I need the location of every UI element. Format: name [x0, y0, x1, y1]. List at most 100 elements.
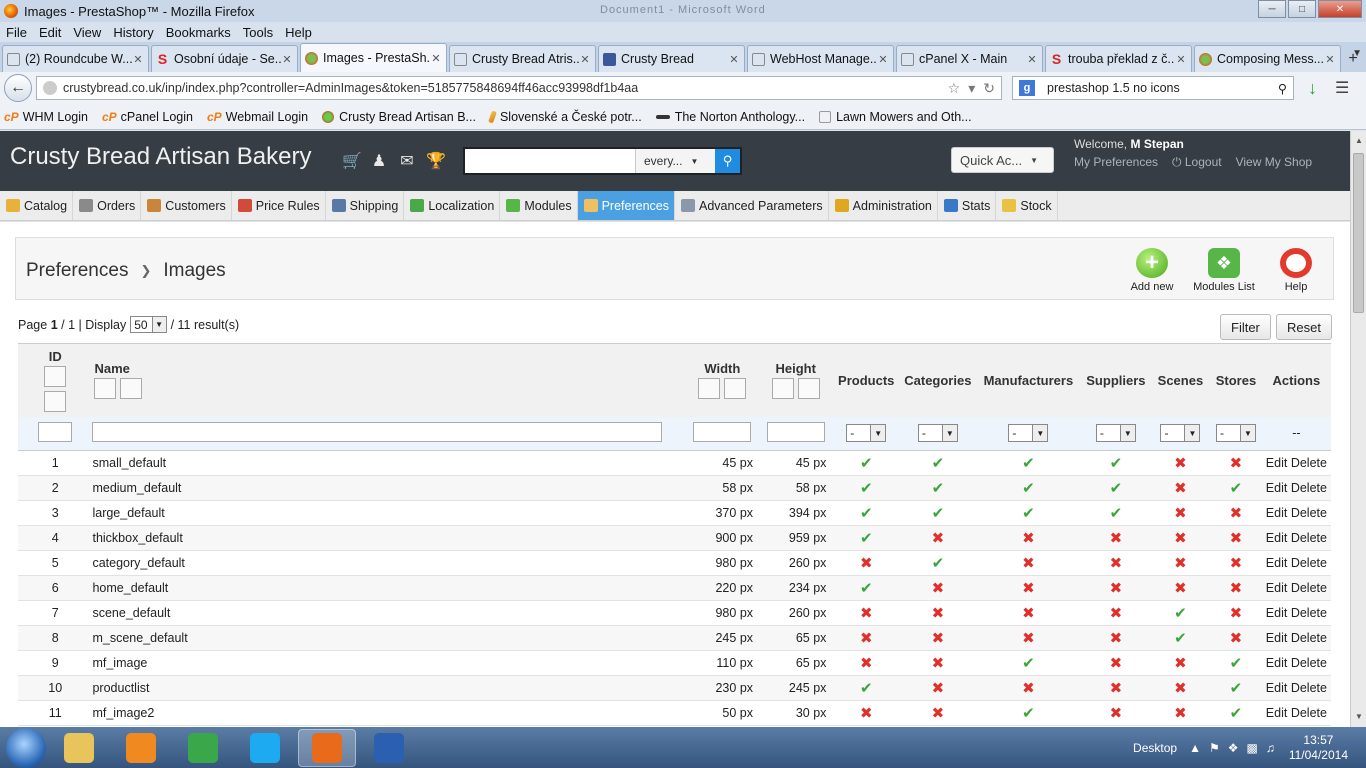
- menu-tools[interactable]: Tools: [237, 25, 279, 40]
- download-arrow-icon[interactable]: ↓: [1308, 78, 1317, 99]
- check-icon[interactable]: ✔: [932, 455, 945, 472]
- menu-price-rules[interactable]: Price Rules: [232, 191, 326, 220]
- edit-link[interactable]: Edit: [1266, 556, 1288, 570]
- cross-icon[interactable]: ✖: [1230, 630, 1243, 647]
- messages-icon[interactable]: ✉: [398, 151, 416, 171]
- cross-icon[interactable]: ✖: [932, 530, 945, 547]
- cart-icon[interactable]: 🛒: [342, 151, 362, 171]
- cross-icon[interactable]: ✖: [1174, 530, 1187, 547]
- cross-icon[interactable]: ✖: [1110, 630, 1123, 647]
- check-icon[interactable]: ✔: [860, 680, 873, 697]
- web-search-box[interactable]: g prestashop 1.5 no icons ⚲: [1012, 76, 1294, 100]
- scrollbar-thumb[interactable]: [1353, 153, 1364, 313]
- cross-icon[interactable]: ✖: [1174, 555, 1187, 572]
- cross-icon[interactable]: ✖: [1230, 530, 1243, 547]
- cross-icon[interactable]: ✖: [860, 605, 873, 622]
- my-preferences-link[interactable]: My Preferences: [1074, 155, 1158, 170]
- trophy-icon[interactable]: 🏆: [426, 151, 446, 171]
- menu-orders[interactable]: Orders: [73, 191, 142, 220]
- cross-icon[interactable]: ✖: [1022, 630, 1035, 647]
- cross-icon[interactable]: ✖: [1230, 455, 1243, 472]
- cross-icon[interactable]: ✖: [1230, 580, 1243, 597]
- filter-stores-select[interactable]: - ▼: [1215, 424, 1256, 443]
- cross-icon[interactable]: ✖: [1110, 580, 1123, 597]
- tab-close-icon[interactable]: ✕: [1175, 53, 1187, 66]
- check-icon[interactable]: ✔: [860, 505, 873, 522]
- dropdown-arrow-icon[interactable]: ▾: [968, 80, 975, 97]
- taskbar-firefox[interactable]: [298, 728, 356, 767]
- maximize-button[interactable]: □: [1288, 0, 1316, 18]
- browser-tab[interactable]: Composing Mess... ✕: [1194, 45, 1341, 72]
- per-page-select[interactable]: 50 ▼: [130, 316, 167, 333]
- network-icon[interactable]: ▩: [1246, 741, 1257, 755]
- shop-name[interactable]: Crusty Bread Artisan Bakery: [10, 143, 311, 171]
- delete-link[interactable]: Delete: [1291, 531, 1327, 545]
- taskbar-explorer[interactable]: [50, 729, 108, 767]
- sort-desc-button[interactable]: [94, 378, 117, 400]
- sort-asc-button[interactable]: [724, 378, 747, 400]
- page-scrollbar[interactable]: ▲ ▼: [1350, 131, 1366, 727]
- cross-icon[interactable]: ✖: [932, 680, 945, 697]
- cross-icon[interactable]: ✖: [1110, 530, 1123, 547]
- edit-link[interactable]: Edit: [1266, 531, 1288, 545]
- delete-link[interactable]: Delete: [1291, 681, 1327, 695]
- taskbar-chrome[interactable]: [174, 729, 232, 767]
- bookmark-item[interactable]: cP cPanel Login: [102, 110, 193, 124]
- bookmark-item[interactable]: Slovenské a České potr...: [488, 110, 642, 124]
- bookmark-item[interactable]: Crusty Bread Artisan B...: [322, 110, 476, 124]
- menu-shipping[interactable]: Shipping: [326, 191, 405, 220]
- menu-administration[interactable]: Administration: [829, 191, 938, 220]
- edit-link[interactable]: Edit: [1266, 456, 1288, 470]
- site-identity-icon[interactable]: [43, 81, 57, 95]
- check-icon[interactable]: ✔: [860, 580, 873, 597]
- cross-icon[interactable]: ✖: [1174, 680, 1187, 697]
- check-icon[interactable]: ✔: [1022, 455, 1035, 472]
- sort-desc-button[interactable]: [771, 378, 794, 400]
- help-button[interactable]: Help: [1264, 248, 1328, 293]
- check-icon[interactable]: ✔: [1174, 630, 1187, 647]
- cross-icon[interactable]: ✖: [1110, 680, 1123, 697]
- filter-width-input[interactable]: [693, 421, 752, 442]
- volume-icon[interactable]: ♫: [1266, 741, 1275, 755]
- cross-icon[interactable]: ✖: [1022, 580, 1035, 597]
- edit-link[interactable]: Edit: [1266, 681, 1288, 695]
- delete-link[interactable]: Delete: [1291, 656, 1327, 670]
- menu-customers[interactable]: Customers: [141, 191, 232, 220]
- cross-icon[interactable]: ✖: [1110, 605, 1123, 622]
- clock[interactable]: 13:57 11/04/2014: [1289, 733, 1348, 763]
- delete-link[interactable]: Delete: [1291, 606, 1327, 620]
- modules-list-button[interactable]: ❖ Modules List: [1192, 248, 1256, 293]
- menu-stock[interactable]: Stock: [996, 191, 1058, 220]
- tab-close-icon[interactable]: ✕: [877, 53, 889, 66]
- bookmark-item[interactable]: Lawn Mowers and Oth...: [819, 110, 972, 124]
- tab-close-icon[interactable]: ✕: [1324, 53, 1336, 66]
- breadcrumb-parent[interactable]: Preferences: [26, 260, 128, 282]
- check-icon[interactable]: ✔: [932, 555, 945, 572]
- edit-link[interactable]: Edit: [1266, 706, 1288, 720]
- sort-desc-button[interactable]: [698, 378, 721, 400]
- tab-close-icon[interactable]: ✕: [132, 53, 144, 66]
- check-icon[interactable]: ✔: [1174, 605, 1187, 622]
- sort-asc-button[interactable]: [44, 390, 67, 412]
- taskbar-skype[interactable]: [236, 729, 294, 767]
- menu-hamburger-icon[interactable]: ☰: [1335, 78, 1349, 98]
- cross-icon[interactable]: ✖: [1174, 655, 1187, 672]
- taskbar-media[interactable]: [112, 729, 170, 767]
- cross-icon[interactable]: ✖: [1022, 530, 1035, 547]
- check-icon[interactable]: ✔: [1022, 655, 1035, 672]
- dropbox-icon[interactable]: ❖: [1228, 741, 1239, 755]
- browser-tab[interactable]: Strouba překlad z č... ✕: [1045, 45, 1192, 72]
- cross-icon[interactable]: ✖: [932, 580, 945, 597]
- reset-button[interactable]: Reset: [1276, 314, 1332, 340]
- tab-list-icon[interactable]: ▼: [1352, 48, 1362, 59]
- google-engine-icon[interactable]: g: [1019, 80, 1035, 96]
- edit-link[interactable]: Edit: [1266, 581, 1288, 595]
- check-icon[interactable]: ✔: [1230, 480, 1243, 497]
- delete-link[interactable]: Delete: [1291, 581, 1327, 595]
- cross-icon[interactable]: ✖: [1230, 505, 1243, 522]
- check-icon[interactable]: ✔: [860, 530, 873, 547]
- bookmark-item[interactable]: The Norton Anthology...: [655, 110, 805, 124]
- delete-link[interactable]: Delete: [1291, 631, 1327, 645]
- taskbar-word[interactable]: [360, 729, 418, 767]
- cross-icon[interactable]: ✖: [1022, 605, 1035, 622]
